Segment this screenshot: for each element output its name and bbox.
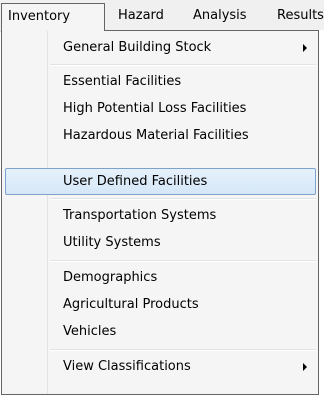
- menu-item-label: Vehicles: [63, 324, 117, 339]
- menu-item-label: High Potential Loss Facilities: [63, 101, 247, 116]
- menu-separator: [50, 260, 316, 262]
- submenu-arrow-icon: [303, 44, 307, 52]
- menu-separator: [50, 198, 316, 200]
- menu-item-high-potential-loss-facilities[interactable]: High Potential Loss Facilities: [5, 95, 316, 122]
- menu-item-label: General Building Stock: [63, 40, 212, 55]
- menu-item-hazardous-material-facilities[interactable]: Hazardous Material Facilities: [5, 122, 316, 149]
- menu-item-transportation-systems[interactable]: Transportation Systems: [5, 202, 316, 229]
- menu-hazard[interactable]: Hazard: [118, 3, 164, 28]
- menu-item-user-defined-facilities[interactable]: User Defined Facilities: [5, 168, 316, 195]
- menu-separator: [50, 349, 316, 351]
- menu-item-label: Utility Systems: [63, 235, 161, 250]
- menu-item-view-classifications[interactable]: View Classifications: [5, 353, 316, 380]
- menu-item-label: User Defined Facilities: [63, 174, 208, 189]
- menu-item-label: Transportation Systems: [63, 208, 217, 223]
- menu-item-vehicles[interactable]: Vehicles: [5, 318, 316, 345]
- menu-inventory[interactable]: Inventory: [1, 3, 105, 31]
- inventory-dropdown-menu: General Building Stock Essential Facilit…: [1, 30, 319, 395]
- menu-bar: Inventory Hazard Analysis Results: [0, 0, 324, 32]
- background-window-edge: [319, 30, 324, 400]
- menu-analysis[interactable]: Analysis: [193, 3, 247, 28]
- menu-item-label: View Classifications: [63, 359, 191, 374]
- menu-item-agricultural-products[interactable]: Agricultural Products: [5, 291, 316, 318]
- submenu-arrow-icon: [303, 363, 307, 371]
- menu-item-demographics[interactable]: Demographics: [5, 264, 316, 291]
- menu-results[interactable]: Results: [277, 3, 324, 28]
- menu-item-utility-systems[interactable]: Utility Systems: [5, 229, 316, 256]
- menu-item-general-building-stock[interactable]: General Building Stock: [5, 34, 316, 61]
- menu-item-label: Demographics: [63, 270, 158, 285]
- menu-item-label: Essential Facilities: [63, 74, 182, 89]
- menu-separator: [50, 64, 316, 66]
- menu-item-label: Hazardous Material Facilities: [63, 128, 249, 143]
- menu-item-label: Agricultural Products: [63, 297, 199, 312]
- menu-item-essential-facilities[interactable]: Essential Facilities: [5, 68, 316, 95]
